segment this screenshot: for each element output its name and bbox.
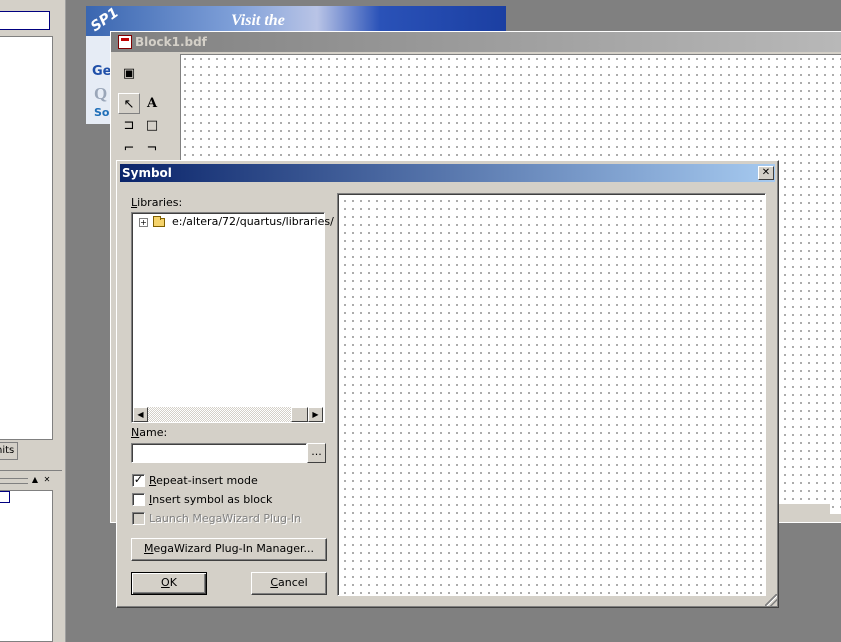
orthogonal-node-icon[interactable]: ⌐ [118, 138, 140, 159]
insert-as-block-label[interactable]: Insert symbol as block [149, 493, 272, 506]
bdf-file-icon [118, 35, 132, 49]
banner-line-3: So [94, 106, 110, 119]
dock-arrow-icon[interactable]: ▲ [30, 474, 40, 486]
block-tool-icon[interactable]: □ [141, 115, 163, 136]
insert-as-block-checkbox[interactable] [132, 493, 145, 506]
folder-icon [153, 216, 165, 227]
repeat-insert-checkbox[interactable]: ✓ [132, 474, 145, 487]
name-label: Name: [131, 426, 168, 439]
symbol-dialog: Symbol ✕ Libraries: + e:/altera/72/quart… [116, 160, 779, 608]
libraries-label: Libraries: [131, 196, 183, 209]
tree-item-libraries[interactable]: e:/altera/72/quartus/libraries/ [172, 215, 334, 228]
dock-close-icon[interactable]: ✕ [42, 474, 52, 486]
window-icon[interactable]: ▣ [118, 63, 140, 84]
libraries-tree[interactable]: + e:/altera/72/quartus/libraries/ ◀ ▶ [131, 212, 334, 423]
block-editor-titlebar[interactable]: Block1.bdf [111, 32, 841, 52]
dock-grip[interactable] [0, 478, 28, 484]
cancel-button[interactable]: Cancel [251, 572, 327, 595]
left-panel-list[interactable] [0, 36, 53, 440]
repeat-insert-label[interactable]: Repeat-insert mode [149, 474, 258, 487]
ok-button[interactable]: OK [131, 572, 207, 595]
symbol-preview [337, 193, 766, 596]
banner-headline: Visit the [231, 12, 285, 29]
list-item-icon [0, 491, 10, 503]
left-panel-lower-list[interactable] [0, 490, 53, 642]
workspace-edge [62, 0, 66, 642]
banner-line-2: Q [94, 84, 108, 103]
launch-megawizard-checkbox [132, 512, 145, 525]
text-tool-icon[interactable]: A [141, 93, 163, 114]
megawizard-manager-button[interactable]: MegaWizard Plug-In Manager... [131, 538, 327, 561]
dialog-titlebar[interactable]: Symbol [120, 164, 775, 182]
pointer-icon[interactable]: ↖ [118, 93, 140, 114]
block-editor-title: Block1.bdf [135, 35, 207, 49]
resize-grip-icon[interactable] [765, 594, 777, 606]
browse-button[interactable]: ... [307, 443, 326, 463]
close-icon[interactable]: ✕ [758, 166, 774, 180]
left-panel-tab[interactable]: nits [0, 442, 18, 460]
tree-horizontal-scrollbar[interactable]: ◀ ▶ [133, 407, 323, 422]
name-input[interactable] [131, 443, 307, 463]
left-panel-input[interactable] [0, 11, 50, 30]
symbol-tool-icon[interactable]: ⊐ [118, 115, 140, 136]
expand-icon[interactable]: + [139, 218, 148, 227]
orthogonal-bus-icon[interactable]: ¬ [141, 138, 163, 159]
left-panel-divider [0, 470, 62, 471]
scroll-thumb[interactable] [291, 407, 308, 422]
launch-megawizard-label: Launch MegaWizard Plug-In [149, 512, 302, 525]
dialog-title: Symbol [122, 166, 172, 180]
scroll-left-icon[interactable]: ◀ [133, 407, 148, 422]
scroll-right-icon[interactable]: ▶ [308, 407, 323, 422]
